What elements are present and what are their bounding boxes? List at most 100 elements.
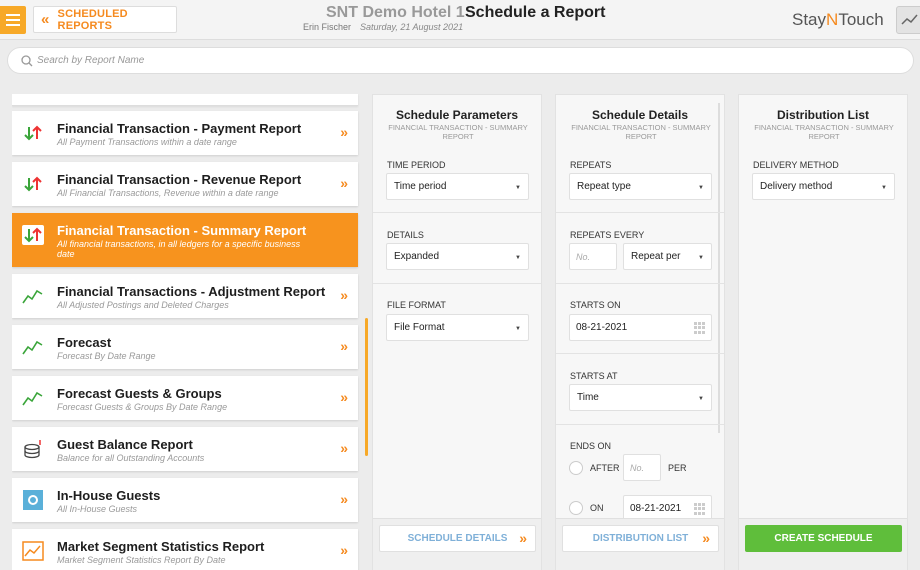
report-item-guest-balance[interactable]: Guest Balance Report Balance for all Out… xyxy=(12,427,358,471)
business-date: Saturday, 21 August 2021 xyxy=(360,22,464,32)
schedule-details-panel: Schedule Details FINANCIAL TRANSACTION -… xyxy=(555,94,725,570)
caret-down-icon: ▼ xyxy=(881,185,887,191)
after-label: AFTER xyxy=(590,463,620,473)
list-item[interactable] xyxy=(12,94,358,106)
trend-line-icon xyxy=(22,289,43,304)
report-title: Market Segment Statistics Report xyxy=(57,539,265,554)
report-title: Financial Transaction - Revenue Report xyxy=(57,172,302,187)
report-item-revenue[interactable]: Financial Transaction - Revenue Report A… xyxy=(12,162,358,206)
repeats-every-label: REPEATS EVERY xyxy=(570,230,645,240)
report-item-payment[interactable]: Financial Transaction - Payment Report A… xyxy=(12,111,358,155)
arrows-updown-icon xyxy=(24,125,42,141)
per-label: PER xyxy=(668,463,687,473)
report-item-adjustment[interactable]: Financial Transactions - Adjustment Repo… xyxy=(12,274,358,318)
double-chevron-right-icon: » xyxy=(519,530,527,546)
user-name: Erin Fischer xyxy=(303,22,352,32)
schedule-details-button[interactable]: SCHEDULE DETAILS » xyxy=(379,525,536,552)
list-scrollbar[interactable] xyxy=(365,318,368,456)
time-period-select[interactable]: Time period ▼ xyxy=(386,173,529,200)
panel-footer: DISTRIBUTION LIST » xyxy=(556,518,724,570)
divider xyxy=(373,212,541,213)
file-format-select[interactable]: File Format ▼ xyxy=(386,314,529,341)
panel-title: Schedule Parameters xyxy=(395,108,519,122)
starts-on-date-input[interactable]: 08-21-2021 xyxy=(569,314,712,341)
report-title: In-House Guests xyxy=(57,488,161,503)
menu-button[interactable] xyxy=(0,6,26,34)
panel-footer: CREATE SCHEDULE xyxy=(739,518,907,570)
trend-line-icon xyxy=(22,340,43,355)
double-chevron-right-icon: » xyxy=(340,389,348,405)
double-chevron-left-icon: « xyxy=(41,11,50,28)
report-item-market-segment[interactable]: Market Segment Statistics Report Market … xyxy=(12,529,358,570)
report-title: Forecast xyxy=(57,335,112,350)
page-title: Schedule a Report xyxy=(465,4,606,21)
delivery-method-label: DELIVERY METHOD xyxy=(753,160,839,170)
panel-title: Schedule Details xyxy=(591,108,689,122)
double-chevron-right-icon: » xyxy=(340,491,348,507)
report-description: All Adjusted Postings and Deleted Charge… xyxy=(57,300,229,310)
panel-subtitle: FINANCIAL TRANSACTION - SUMMARY REPORT xyxy=(571,123,711,141)
ends-on-radio[interactable] xyxy=(569,501,583,515)
top-header: « SCHEDULED REPORTS SNT Demo Hotel 1 Sch… xyxy=(0,0,920,40)
in-house-icon xyxy=(23,490,43,510)
panel-scrollbar[interactable] xyxy=(718,103,720,433)
report-description: Forecast By Date Range xyxy=(57,351,156,361)
details-select[interactable]: Expanded ▼ xyxy=(386,243,529,270)
repeats-label: REPEATS xyxy=(570,160,612,170)
report-description: Balance for all Outstanding Accounts xyxy=(57,453,205,463)
report-title: Financial Transaction - Payment Report xyxy=(57,121,302,136)
repeats-every-input[interactable]: No. xyxy=(569,243,617,270)
back-button-label: SCHEDULED REPORTS xyxy=(57,7,128,32)
report-item-summary[interactable]: Financial Transaction - Summary Report A… xyxy=(12,213,358,267)
report-item-forecast-guests-groups[interactable]: Forecast Guests & Groups Forecast Guests… xyxy=(12,376,358,420)
report-title: Financial Transaction - Summary Report xyxy=(57,223,307,238)
report-description: All Financial Transactions, Revenue with… xyxy=(57,188,279,198)
time-period-label: TIME PERIOD xyxy=(387,160,446,170)
arrows-updown-icon xyxy=(24,176,42,192)
panel-title: Distribution List xyxy=(777,108,869,122)
chart-icon xyxy=(22,541,44,561)
panel-subtitle: FINANCIAL TRANSACTION - SUMMARY REPORT xyxy=(754,123,894,141)
caret-down-icon: ▼ xyxy=(515,255,521,261)
double-chevron-right-icon: » xyxy=(340,542,348,558)
staynTouch-logo: StayNTouch xyxy=(792,10,884,29)
divider xyxy=(373,283,541,284)
trend-line-icon xyxy=(22,391,43,406)
double-chevron-right-icon: » xyxy=(340,440,348,456)
search-icon xyxy=(21,54,33,66)
report-item-forecast[interactable]: Forecast Forecast By Date Range » xyxy=(12,325,358,369)
trend-icon xyxy=(901,14,918,25)
caret-down-icon: ▼ xyxy=(515,185,521,191)
ends-after-radio[interactable] xyxy=(569,461,583,475)
distribution-list-panel: Distribution List FINANCIAL TRANSACTION … xyxy=(738,94,908,570)
trend-button[interactable] xyxy=(896,6,920,34)
panel-footer: SCHEDULE DETAILS » xyxy=(373,518,541,570)
report-title: Guest Balance Report xyxy=(57,437,193,452)
calendar-icon xyxy=(694,322,706,334)
starts-at-select[interactable]: Time ▼ xyxy=(569,384,712,411)
calendar-icon xyxy=(694,503,706,515)
ends-on-label: ENDS ON xyxy=(570,441,612,451)
on-label: ON xyxy=(590,503,604,513)
arrows-updown-icon xyxy=(22,225,44,245)
repeat-per-select[interactable]: Repeat per ▼ xyxy=(623,243,712,270)
caret-down-icon: ▼ xyxy=(698,255,704,261)
starts-on-label: STARTS ON xyxy=(570,300,621,310)
distribution-list-button[interactable]: DISTRIBUTION LIST » xyxy=(562,525,719,552)
delivery-method-select[interactable]: Delivery method ▼ xyxy=(752,173,895,200)
scheduled-reports-back-button[interactable]: « SCHEDULED REPORTS xyxy=(33,6,177,33)
ends-after-count-input[interactable]: No. xyxy=(623,454,661,481)
divider xyxy=(556,353,724,354)
report-description: Forecast Guests & Groups By Date Range xyxy=(57,402,228,412)
report-title: Forecast Guests & Groups xyxy=(57,386,222,401)
panel-subtitle: FINANCIAL TRANSACTION - SUMMARY REPORT xyxy=(388,123,528,141)
create-schedule-button[interactable]: CREATE SCHEDULE xyxy=(745,525,902,552)
search-input[interactable] xyxy=(37,55,637,66)
file-format-label: FILE FORMAT xyxy=(387,300,446,310)
report-item-in-house-guests[interactable]: In-House Guests All In-House Guests » xyxy=(12,478,358,522)
caret-down-icon: ▼ xyxy=(515,326,521,332)
coins-icon xyxy=(24,440,41,459)
report-description: All Payment Transactions within a date r… xyxy=(57,137,237,147)
search-bar[interactable] xyxy=(7,47,914,74)
repeats-select[interactable]: Repeat type ▼ xyxy=(569,173,712,200)
